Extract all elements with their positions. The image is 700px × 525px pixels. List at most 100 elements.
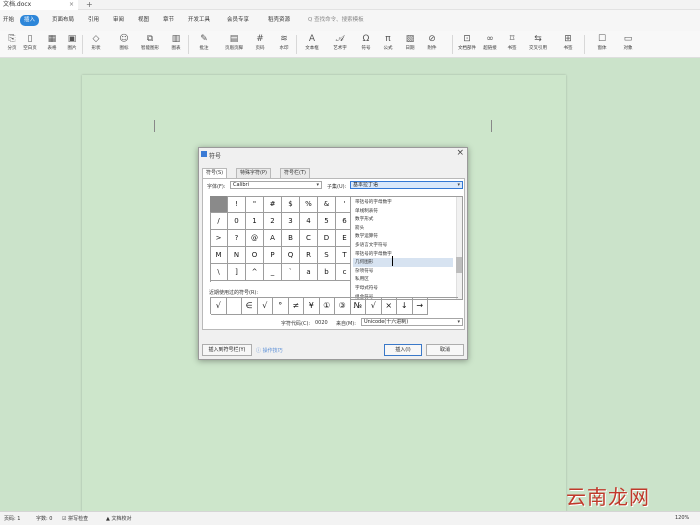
symbol-cell[interactable]: Q <box>282 247 300 264</box>
symbol-cell[interactable]: ` <box>282 264 300 281</box>
symbol-cell[interactable]: ] <box>228 264 246 281</box>
recent-symbol-cell[interactable]: ° <box>273 298 289 315</box>
menu-section[interactable]: 章节 <box>163 15 174 26</box>
font-select[interactable]: Calibri ▾ <box>230 181 322 189</box>
ribbon-form[interactable]: ☐ 窗体 <box>590 33 614 56</box>
symbol-cell[interactable]: P <box>264 247 282 264</box>
cancel-button[interactable]: 取消 <box>426 344 464 356</box>
recent-symbol-cell[interactable]: √ <box>366 298 382 315</box>
ribbon-bookmark2[interactable]: ⊞ 书签 <box>556 33 580 56</box>
ribbon-icons[interactable]: ☺ 图标 <box>112 33 136 56</box>
menu-review[interactable]: 审阅 <box>113 15 124 26</box>
symbol-cell[interactable]: " <box>246 196 264 213</box>
search-command[interactable]: Q 查找命令、搜索模板 <box>308 15 364 26</box>
symbol-cell[interactable]: ^ <box>246 264 264 281</box>
dropdown-scroll-thumb[interactable] <box>456 257 462 273</box>
ribbon-header-footer[interactable]: ▤ 页眉页脚 <box>222 33 246 56</box>
recent-symbol-cell[interactable]: ↓ <box>397 298 413 315</box>
symbol-cell[interactable] <box>210 196 228 213</box>
word-count[interactable]: 字数: 0 <box>36 515 52 522</box>
symbol-cell[interactable]: 5 <box>318 213 336 230</box>
symbol-cell[interactable]: A <box>264 230 282 247</box>
symbol-cell[interactable]: _ <box>264 264 282 281</box>
ribbon-smartart[interactable]: ⧉ 智能图形 <box>138 33 162 56</box>
symbol-cell[interactable]: \ <box>210 264 228 281</box>
ribbon-blank-page[interactable]: ▯ 空白页 <box>18 33 42 56</box>
recent-symbol-cell[interactable]: → <box>412 298 428 315</box>
ribbon-object[interactable]: ▭ 对象 <box>616 33 640 56</box>
symbol-cell[interactable]: R <box>300 247 318 264</box>
insert-to-bar-button[interactable]: 插入到符号栏(Y) <box>202 344 252 356</box>
subset-select[interactable]: 基本拉丁语 ▾ <box>350 181 463 189</box>
ribbon-textbox[interactable]: A 文本框 <box>300 33 324 56</box>
ribbon-wordart[interactable]: 𝒜 艺术字 <box>328 33 352 56</box>
symbol-cell[interactable]: 0 <box>228 213 246 230</box>
symbol-cell[interactable]: ? <box>228 230 246 247</box>
tab-symbol-bar[interactable]: 符号栏(T) <box>280 168 310 178</box>
ribbon-comment[interactable]: ✎ 批注 <box>192 33 216 56</box>
spell-check[interactable]: ☑ 拼写检查 <box>62 515 88 522</box>
recent-symbol-cell[interactable]: ① <box>319 298 335 315</box>
char-code-input[interactable]: 0020 <box>315 320 328 326</box>
ribbon-symbol[interactable]: Ω 符号 <box>354 33 378 56</box>
symbol-cell[interactable]: N <box>228 247 246 264</box>
zoom-level[interactable]: 120% <box>675 515 689 521</box>
menu-page-layout[interactable]: 页面布局 <box>52 15 74 26</box>
close-tab-icon[interactable]: × <box>69 0 74 10</box>
ribbon-cross-reference[interactable]: ⇆ 交叉引用 <box>526 33 550 56</box>
symbol-cell[interactable]: 2 <box>264 213 282 230</box>
menu-view[interactable]: 视图 <box>138 15 149 26</box>
symbol-cell[interactable]: B <box>282 230 300 247</box>
symbol-cell[interactable]: C <box>300 230 318 247</box>
menu-references[interactable]: 引用 <box>88 15 99 26</box>
symbol-cell[interactable]: 1 <box>246 213 264 230</box>
ribbon-picture[interactable]: ▣ 图片 <box>60 33 84 56</box>
recent-symbol-cell[interactable]: ∈ <box>242 298 258 315</box>
recent-symbol-cell[interactable]: × <box>381 298 397 315</box>
menu-home[interactable]: 开始 <box>3 15 14 26</box>
symbol-cell[interactable]: & <box>318 196 336 213</box>
menu-docer[interactable]: 稻壳资源 <box>268 15 290 26</box>
menu-developer[interactable]: 开发工具 <box>188 15 210 26</box>
recent-symbol-cell[interactable]: ¥ <box>304 298 320 315</box>
ribbon-attachment[interactable]: ⊘ 附件 <box>420 33 444 56</box>
recent-symbol-cell[interactable]: № <box>350 298 366 315</box>
symbol-cell[interactable]: $ <box>282 196 300 213</box>
recent-symbol-cell[interactable]: √ <box>211 298 227 315</box>
symbol-cell[interactable]: O <box>246 247 264 264</box>
symbol-cell[interactable]: > <box>210 230 228 247</box>
symbol-cell[interactable]: 3 <box>282 213 300 230</box>
symbol-cell[interactable]: S <box>318 247 336 264</box>
page-indicator[interactable]: 页码: 1 <box>4 515 20 522</box>
symbol-cell[interactable]: ! <box>228 196 246 213</box>
recent-symbol-cell[interactable]: ③ <box>335 298 351 315</box>
recent-symbol-cell[interactable]: ≠ <box>288 298 304 315</box>
ribbon-formula[interactable]: π 公式 <box>376 33 400 56</box>
tips-link[interactable]: ⓘ 操作技巧 <box>256 347 283 354</box>
from-select[interactable]: Unicode(十六进制) ▾ <box>361 318 463 326</box>
symbol-cell[interactable]: 4 <box>300 213 318 230</box>
ribbon-watermark[interactable]: ≋ 水印 <box>272 33 296 56</box>
ribbon-hyperlink[interactable]: ∞ 超链接 <box>478 33 502 56</box>
symbol-cell[interactable]: @ <box>246 230 264 247</box>
ribbon-shape[interactable]: ◇ 形状 <box>84 33 108 56</box>
symbol-cell[interactable]: # <box>264 196 282 213</box>
recent-symbol-cell[interactable] <box>226 298 242 315</box>
menu-member[interactable]: 会员专享 <box>227 15 249 26</box>
symbol-cell[interactable]: D <box>318 230 336 247</box>
recent-symbol-cell[interactable]: √ <box>257 298 273 315</box>
ribbon-page-number[interactable]: # 页码 <box>248 33 272 56</box>
menu-insert[interactable]: 插入 <box>20 15 40 26</box>
symbol-cell[interactable]: b <box>318 264 336 281</box>
new-tab-button[interactable]: + <box>86 0 93 10</box>
close-icon[interactable]: × <box>456 148 464 159</box>
insert-button[interactable]: 插入(I) <box>384 344 422 356</box>
symbol-cell[interactable]: % <box>300 196 318 213</box>
dropdown-scrollbar[interactable] <box>456 197 462 299</box>
symbol-cell[interactable]: / <box>210 213 228 230</box>
document-tab[interactable]: 文档.docx × <box>0 0 78 10</box>
symbol-cell[interactable]: M <box>210 247 228 264</box>
ribbon-date[interactable]: ▧ 日期 <box>398 33 422 56</box>
symbol-cell[interactable]: a <box>300 264 318 281</box>
ribbon-bookmark[interactable]: ⌑ 书签 <box>500 33 524 56</box>
